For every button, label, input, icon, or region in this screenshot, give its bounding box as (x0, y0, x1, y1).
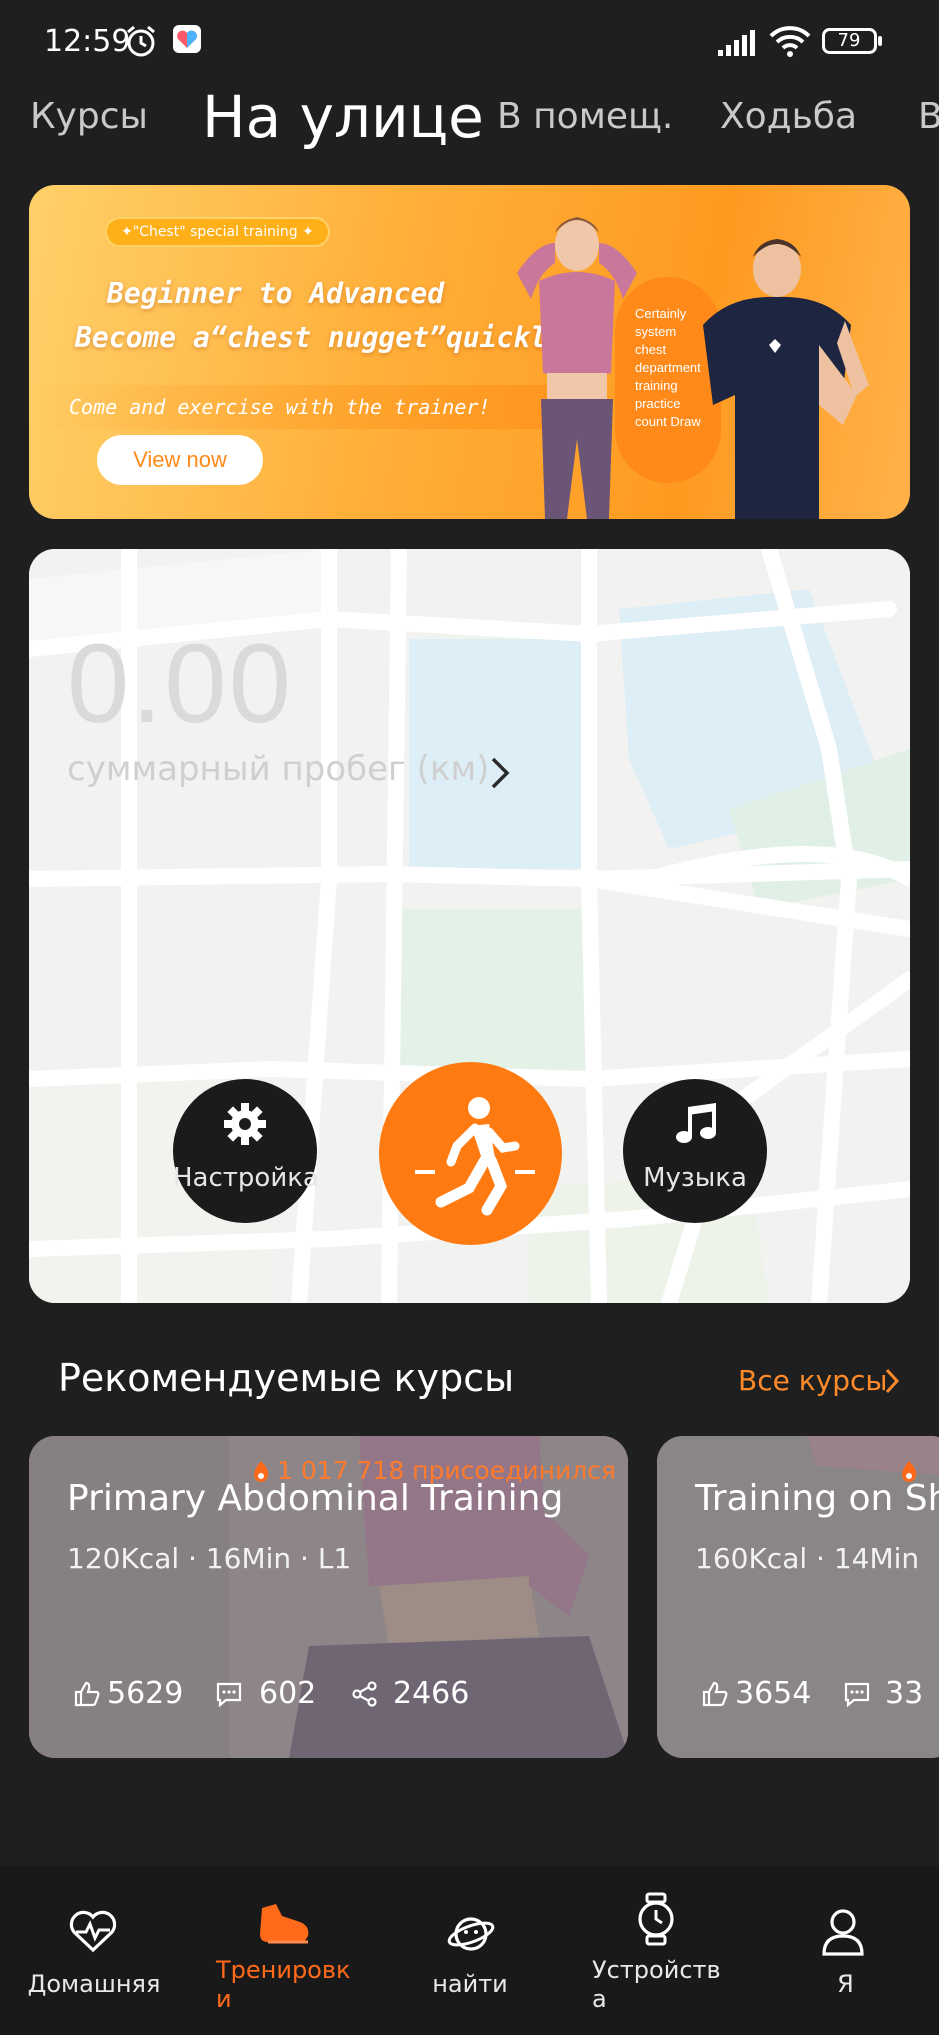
heart-pulse-icon (69, 1910, 117, 1953)
settings-label: Настройка (173, 1163, 319, 1193)
chevron-right-icon[interactable] (882, 1366, 902, 1396)
watch-icon (638, 1892, 674, 1946)
like-icon[interactable] (73, 1680, 101, 1708)
clock: 12:59 (44, 24, 131, 59)
nav-workouts[interactable]: Тренировк и (188, 1866, 376, 2035)
banner-subline: Come and exercise with the trainer! (69, 395, 491, 419)
tab-more[interactable]: В (918, 80, 939, 154)
trainer-man-image (703, 239, 869, 519)
total-distance-value: 0.00 (67, 621, 293, 746)
course-title: Primary Abdominal Training (67, 1478, 564, 1519)
banner-headline-1: Beginner to Advanced (107, 277, 445, 310)
comments-count: 33 (885, 1676, 924, 1711)
total-distance-label[interactable]: суммарный пробег (км) (67, 749, 489, 789)
view-now-button[interactable]: View now (97, 435, 263, 485)
nav-profile[interactable]: Я (752, 1866, 939, 2035)
nav-workouts-label: Тренировк и (216, 1956, 351, 2013)
nav-devices-label: Устройств а (592, 1956, 721, 2013)
likes-count: 3654 (735, 1676, 812, 1711)
likes-count: 5629 (107, 1676, 184, 1711)
gear-icon (224, 1103, 266, 1145)
person-icon (822, 1909, 864, 1956)
nav-home[interactable]: Домашняя (0, 1866, 188, 2035)
music-button[interactable]: Музыка (623, 1079, 767, 1223)
chevron-right-icon[interactable] (487, 755, 513, 791)
planet-icon (447, 1917, 495, 1951)
course-card[interactable]: Training on Sh 160Kcal · 14Min 3654 33 (657, 1436, 939, 1758)
outdoor-map-card: 0.00 суммарный пробег (км) Настройка Муз… (29, 549, 910, 1303)
course-meta: 120Kcal · 16Min · L1 (67, 1542, 352, 1575)
all-courses-link[interactable]: Все курсы (738, 1364, 888, 1397)
shares-count: 2466 (393, 1676, 470, 1711)
status-bar: 12:59 79 (0, 0, 939, 84)
category-tabs: Курсы На улице В помещ. Ходьба В (0, 80, 939, 154)
nav-devices[interactable]: Устройств а (564, 1866, 752, 2035)
bottom-navigation: Домашняя Тренировк и найти Устройств а Я (0, 1866, 939, 2035)
banner-tag: ✦"Chest" special training ✦ (105, 217, 330, 247)
tab-indoor[interactable]: В помещ. (497, 80, 673, 154)
music-note-icon (676, 1103, 716, 1143)
tab-outdoor[interactable]: На улице (202, 80, 484, 154)
like-icon[interactable] (701, 1680, 729, 1708)
start-run-button[interactable] (379, 1062, 562, 1245)
alarm-icon (127, 25, 155, 57)
wifi-icon (769, 26, 811, 57)
shoe-icon (260, 1904, 309, 1944)
settings-button[interactable]: Настройка (173, 1079, 319, 1223)
promo-banner[interactable]: ✦"Chest" special training ✦ Beginner to … (29, 185, 910, 519)
nav-profile-label: Я (837, 1970, 854, 1998)
battery-level: 79 (837, 30, 861, 51)
course-meta: 160Kcal · 14Min (695, 1542, 920, 1575)
nav-discover[interactable]: найти (376, 1866, 564, 2035)
tab-walking[interactable]: Ходьба (720, 80, 857, 154)
nav-discover-label: найти (432, 1970, 508, 1998)
health-app-icon (173, 25, 201, 53)
share-icon[interactable] (351, 1680, 379, 1708)
comment-icon[interactable] (843, 1680, 871, 1708)
nav-home-label: Домашняя (27, 1970, 161, 1998)
tab-courses[interactable]: Курсы (30, 80, 148, 154)
signal-icon (718, 30, 755, 56)
comment-icon[interactable] (215, 1680, 243, 1708)
course-card[interactable]: 1 017 718 присоединился Primary Abdomina… (29, 1436, 628, 1758)
music-label: Музыка (643, 1163, 747, 1193)
course-title: Training on Sh (695, 1478, 939, 1519)
comments-count: 602 (259, 1676, 317, 1711)
running-person-icon (415, 1097, 535, 1216)
recommended-title: Рекомендуемые курсы (58, 1356, 515, 1400)
